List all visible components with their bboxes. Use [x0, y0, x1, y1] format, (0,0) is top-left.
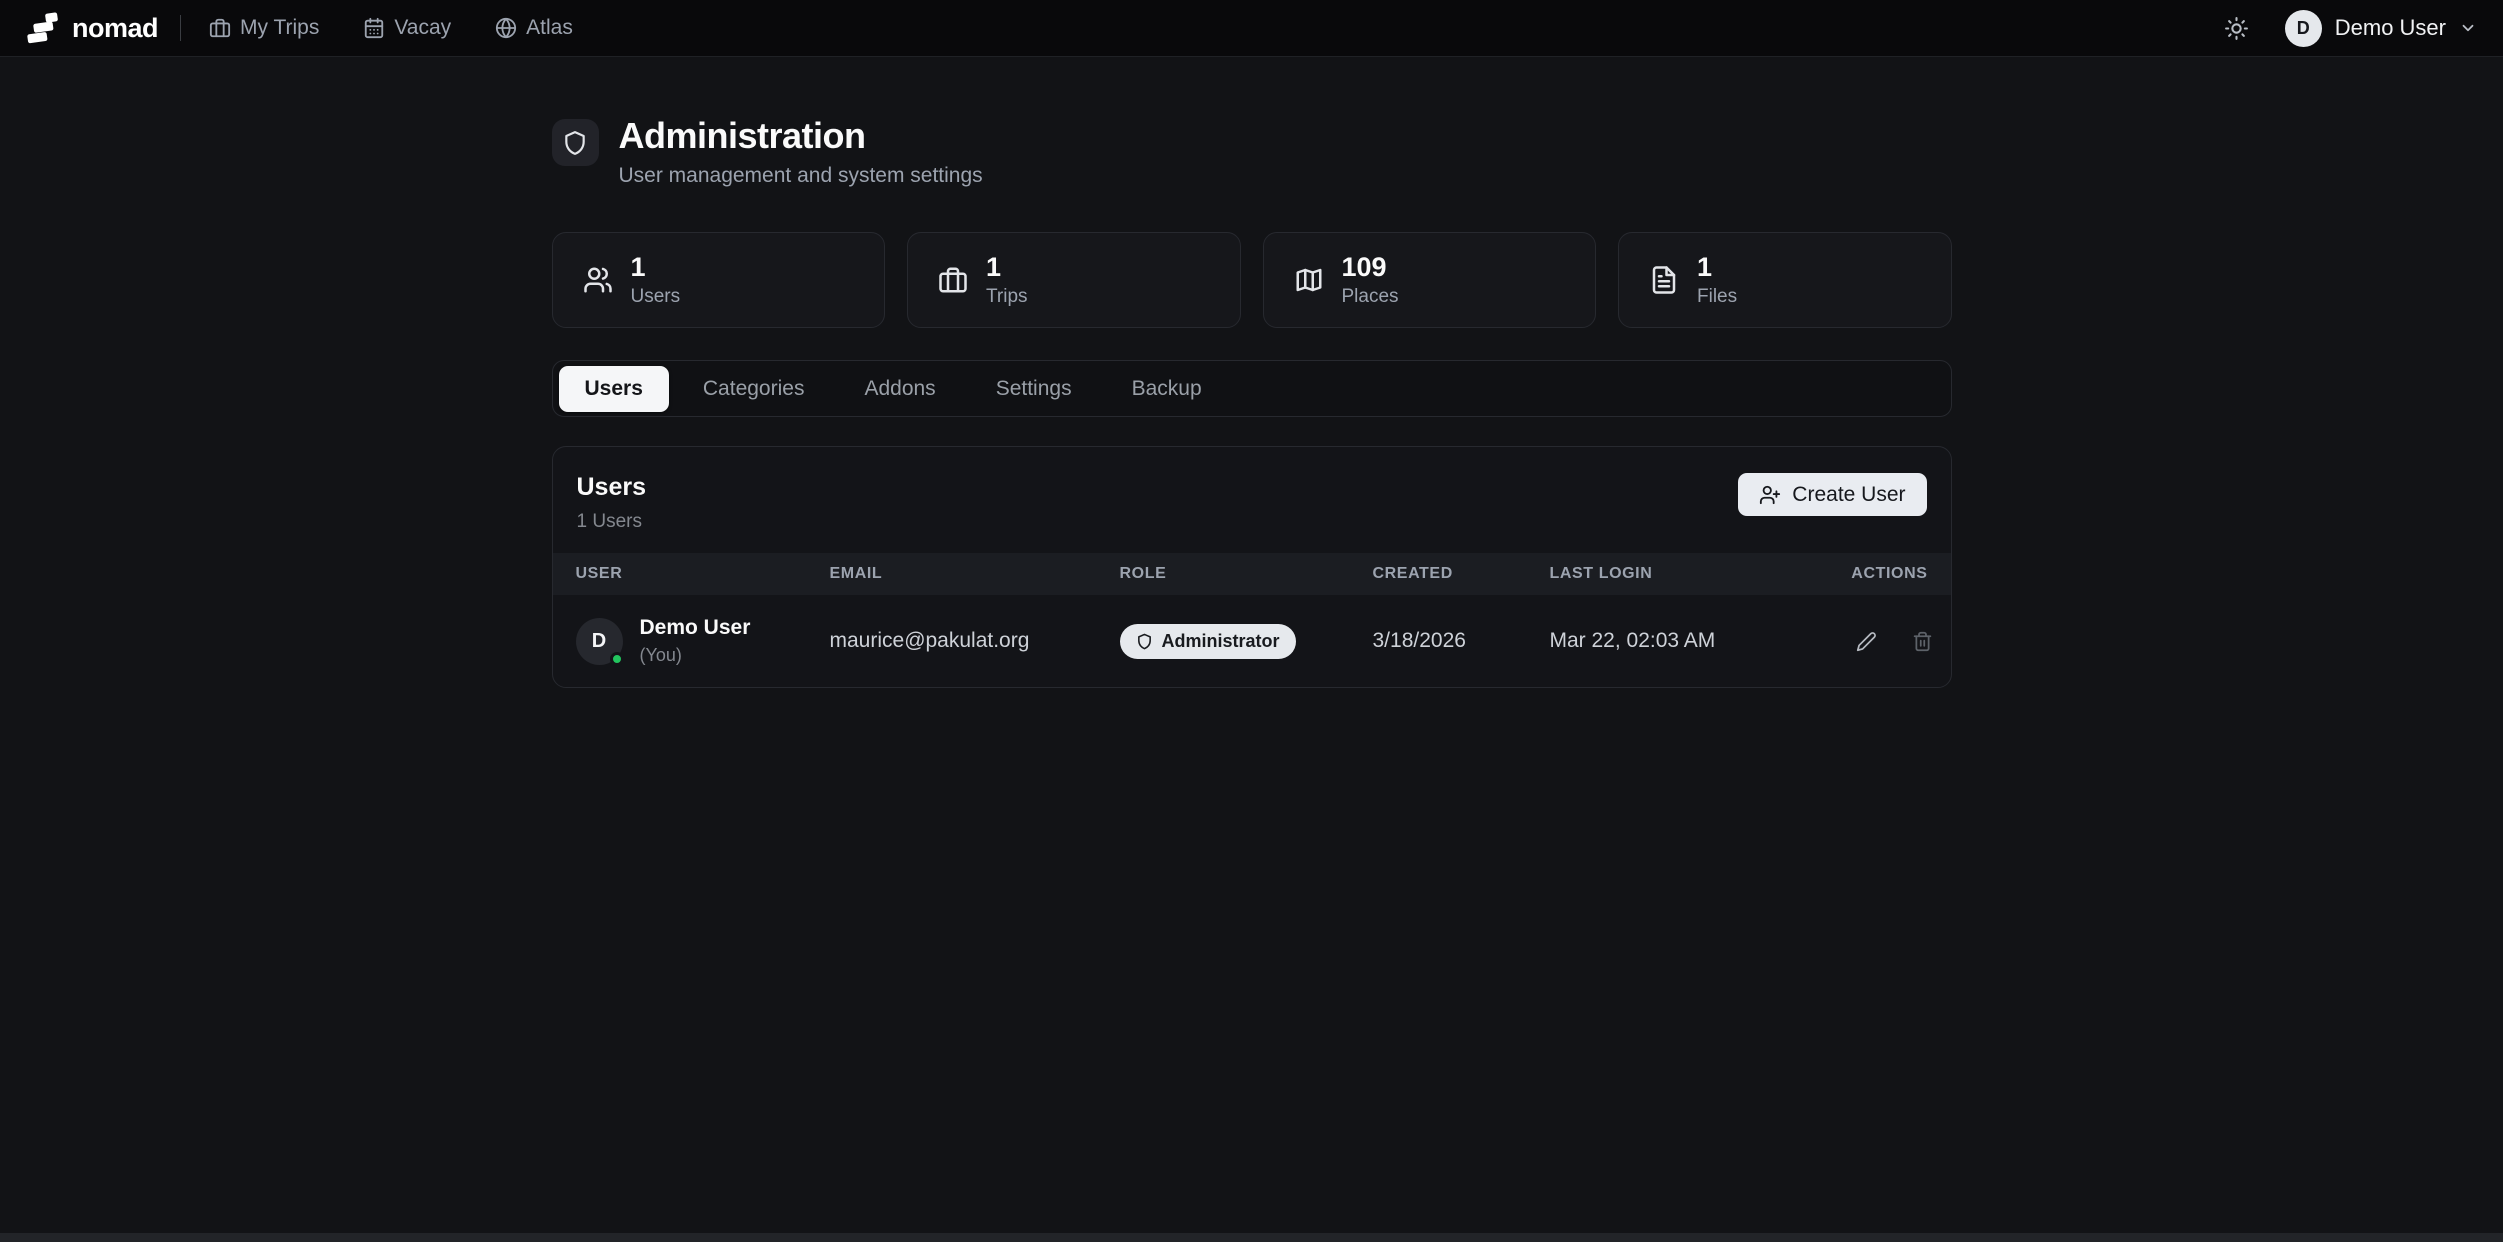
file-icon [1649, 265, 1679, 295]
you-label: (You) [640, 645, 751, 666]
user-plus-icon [1759, 484, 1781, 506]
stat-label: Places [1342, 286, 1399, 308]
role-badge: Administrator [1120, 624, 1296, 659]
briefcase-icon [938, 265, 968, 295]
brand-name: nomad [72, 13, 158, 44]
stat-value: 1 [986, 253, 1028, 283]
chevron-down-icon [2459, 19, 2477, 37]
nomad-logo-icon [26, 10, 62, 46]
sun-icon [2224, 16, 2249, 41]
stat-text: 1 Files [1697, 253, 1737, 309]
column-header-role: Role [1120, 565, 1373, 583]
tab-users[interactable]: Users [559, 366, 669, 412]
users-icon [583, 265, 613, 295]
column-header-email: Email [830, 565, 1120, 583]
globe-icon [495, 17, 517, 39]
stat-card-places: 109 Places [1263, 232, 1597, 328]
create-user-label: Create User [1792, 483, 1905, 507]
nav-item-vacay[interactable]: Vacay [363, 16, 451, 40]
stat-text: 109 Places [1342, 253, 1399, 309]
shield-icon [552, 119, 599, 166]
nav-item-label: Vacay [394, 16, 451, 40]
stat-value: 109 [1342, 253, 1399, 283]
stat-value: 1 [631, 253, 681, 283]
column-header-user: User [576, 565, 830, 583]
column-header-last-login: Last Login [1550, 565, 1850, 583]
nav-item-atlas[interactable]: Atlas [495, 16, 573, 40]
stat-card-trips: 1 Trips [907, 232, 1241, 328]
stat-label: Files [1697, 286, 1737, 308]
topnav-right: D Demo User [2217, 8, 2477, 48]
tab-backup[interactable]: Backup [1106, 366, 1228, 412]
bottom-scrollbar-track[interactable] [0, 1233, 2503, 1242]
page-title: Administration [619, 115, 983, 156]
delete-user-button[interactable] [1906, 624, 1940, 658]
theme-toggle-button[interactable] [2217, 8, 2257, 48]
stat-label: Users [631, 286, 681, 308]
tab-addons[interactable]: Addons [838, 366, 961, 412]
users-table-header: User Email Role Created Last Login Actio… [553, 553, 1951, 595]
users-panel-title: Users [577, 473, 647, 502]
online-status-dot [610, 652, 624, 666]
nav-divider [180, 15, 181, 41]
email-cell: maurice@pakulat.org [830, 629, 1120, 653]
pencil-icon [1856, 631, 1877, 652]
stat-text: 1 Users [631, 253, 681, 309]
nav-item-label: My Trips [240, 16, 319, 40]
admin-tabs: Users Categories Addons Settings Backup [552, 360, 1952, 417]
tab-settings[interactable]: Settings [970, 366, 1098, 412]
last-login-cell: Mar 22, 02:03 AM [1550, 629, 1850, 653]
nav-links: My Trips Vacay Atlas [209, 16, 573, 40]
users-panel-titles: Users 1 Users [577, 473, 647, 533]
actions-cell [1850, 624, 1940, 658]
edit-user-button[interactable] [1850, 624, 1884, 658]
map-icon [1294, 265, 1324, 295]
trash-icon [1912, 631, 1933, 652]
user-menu[interactable]: D Demo User [2285, 10, 2477, 47]
page-subtitle: User management and system settings [619, 164, 983, 188]
table-row: D Demo User (You) maurice@pakulat.org Ad… [553, 595, 1951, 687]
user-cell: D Demo User (You) [576, 616, 830, 666]
column-header-actions: Actions [1850, 565, 1928, 583]
users-panel: Users 1 Users Create User User Email Rol… [552, 446, 1952, 688]
avatar: D [576, 618, 623, 665]
calendar-icon [363, 17, 385, 39]
page-header: Administration User management and syste… [552, 115, 1952, 188]
stat-value: 1 [1697, 253, 1737, 283]
users-panel-header: Users 1 Users Create User [553, 447, 1951, 553]
users-count: 1 Users [577, 511, 647, 533]
user-cell-text: Demo User (You) [640, 616, 751, 666]
tab-categories[interactable]: Categories [677, 366, 831, 412]
main-content: Administration User management and syste… [552, 57, 1952, 688]
avatar: D [2285, 10, 2322, 47]
briefcase-icon [209, 17, 231, 39]
role-label: Administrator [1162, 631, 1280, 652]
page-header-text: Administration User management and syste… [619, 115, 983, 188]
role-cell: Administrator [1120, 624, 1373, 659]
brand-logo[interactable]: nomad [26, 10, 158, 46]
stat-card-users: 1 Users [552, 232, 886, 328]
create-user-button[interactable]: Create User [1738, 473, 1926, 516]
stat-text: 1 Trips [986, 253, 1028, 309]
top-nav: nomad My Trips Vacay Atlas D Demo User [0, 0, 2503, 57]
stats-row: 1 Users 1 Trips 109 Places 1 Files [552, 232, 1952, 328]
user-name: Demo User [640, 616, 751, 640]
shield-icon [1136, 633, 1153, 650]
column-header-created: Created [1373, 565, 1550, 583]
created-cell: 3/18/2026 [1373, 629, 1550, 653]
nav-item-label: Atlas [526, 16, 573, 40]
user-name: Demo User [2335, 15, 2446, 41]
stat-card-files: 1 Files [1618, 232, 1952, 328]
stat-label: Trips [986, 286, 1028, 308]
nav-item-my-trips[interactable]: My Trips [209, 16, 319, 40]
